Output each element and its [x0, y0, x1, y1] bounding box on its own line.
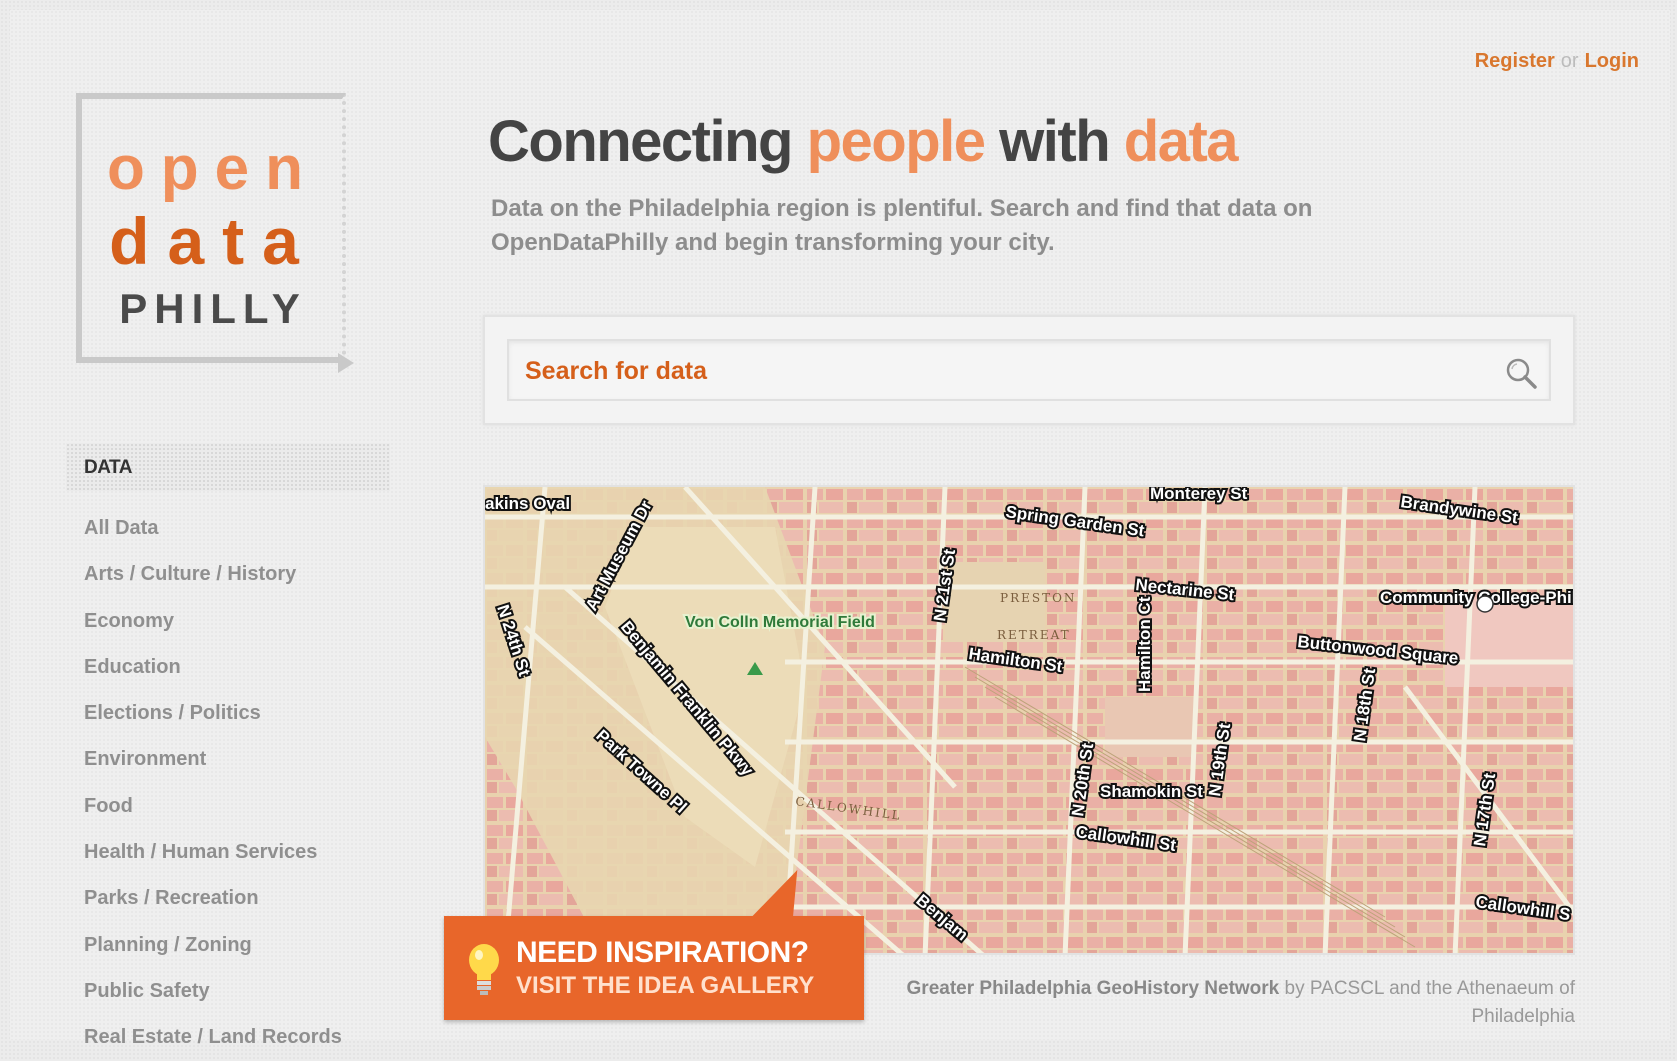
- category-all-data[interactable]: All Data: [84, 505, 342, 551]
- logo-arrow: [338, 353, 354, 373]
- site-logo[interactable]: open data PHILLY: [68, 85, 358, 375]
- logo-open-text: open: [106, 134, 320, 203]
- idea-gallery-button[interactable]: NEED INSPIRATION? VISIT THE IDEA GALLERY: [444, 870, 864, 1020]
- map-credit: Greater Philadelphia GeoHistory Network …: [875, 975, 1575, 1031]
- category-food[interactable]: Food: [84, 783, 342, 829]
- register-link[interactable]: Register: [1475, 50, 1555, 72]
- category-economy[interactable]: Economy: [84, 598, 342, 644]
- logo-data-text: data: [109, 204, 317, 278]
- map-graphic: .rd { stroke:#f4f0e0; stroke-width:5; } …: [485, 487, 1573, 953]
- map-label-monterey: Monterey St: [1150, 487, 1248, 503]
- search-panel: [483, 315, 1575, 425]
- category-arts-culture-history[interactable]: Arts / Culture / History: [84, 551, 342, 597]
- map-label-von-colln: Von Colln Memorial Field: [685, 614, 875, 631]
- category-elections-politics[interactable]: Elections / Politics: [84, 690, 342, 736]
- school-marker-icon: [1476, 595, 1494, 613]
- category-environment[interactable]: Environment: [84, 736, 342, 782]
- search-field-wrapper: [507, 339, 1551, 401]
- map-label-preston: PRESTON: [1000, 591, 1076, 605]
- lightbulb-icon: [469, 944, 499, 995]
- map-credit-source[interactable]: Greater Philadelphia GeoHistory Network: [907, 978, 1280, 999]
- category-public-safety[interactable]: Public Safety: [84, 968, 342, 1014]
- map-label-retreat: RETREAT: [997, 628, 1071, 642]
- hero-subtitle: Data on the Philadelphia region is plent…: [491, 195, 1313, 256]
- hero-title-people: people: [806, 109, 986, 174]
- idea-gallery-heading: NEED INSPIRATION?: [516, 936, 809, 969]
- hero-title-connecting: Connecting: [488, 109, 793, 174]
- category-health-human-services[interactable]: Health / Human Services: [84, 829, 342, 875]
- category-education[interactable]: Education: [84, 644, 342, 690]
- login-link[interactable]: Login: [1585, 50, 1639, 72]
- hero-title-with: with: [999, 109, 1110, 174]
- logo-philly-text: PHILLY: [119, 285, 307, 332]
- map-label-hamilton-ct: Hamilton Ct: [1135, 596, 1154, 692]
- historic-map[interactable]: .rd { stroke:#f4f0e0; stroke-width:5; } …: [483, 485, 1575, 955]
- auth-links: Register or Login: [1475, 50, 1639, 73]
- idea-gallery-subheading: VISIT THE IDEA GALLERY: [516, 972, 815, 999]
- category-list: All Data Arts / Culture / History Econom…: [84, 505, 342, 1061]
- map-label-eakins: akins Oval: [485, 494, 570, 513]
- category-parks-recreation[interactable]: Parks / Recreation: [84, 875, 342, 921]
- sidebar-heading-label: DATA: [84, 457, 132, 478]
- map-label-shamokin: Shamokin St: [1100, 782, 1203, 801]
- search-input[interactable]: [523, 351, 1487, 391]
- map-credit-rest: by PACSCL and the Athenaeum of Philadelp…: [1284, 978, 1575, 1027]
- auth-or-text: or: [1560, 50, 1579, 72]
- sidebar-heading: DATA: [66, 443, 390, 491]
- search-icon[interactable]: [1503, 355, 1539, 391]
- category-planning-zoning[interactable]: Planning / Zoning: [84, 922, 342, 968]
- hero-title: Connecting people with data: [488, 108, 1239, 175]
- category-real-estate-land-records[interactable]: Real Estate / Land Records: [84, 1014, 342, 1060]
- hero-title-data: data: [1123, 109, 1239, 174]
